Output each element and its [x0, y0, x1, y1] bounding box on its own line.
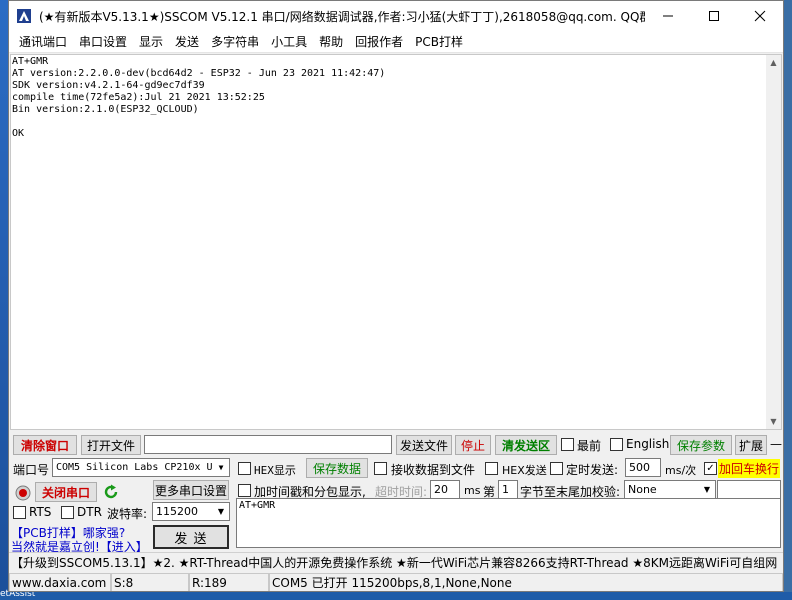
- rts-label: RTS: [29, 505, 52, 519]
- topmost-label: 最前: [577, 439, 602, 453]
- window-title: (★有新版本V5.13.1★)SSCOM V5.12.1 串口/网络数据调试器,…: [39, 9, 645, 24]
- add-crlf-label: 加回车换行: [718, 459, 781, 478]
- sscom-window: (★有新版本V5.13.1★)SSCOM V5.12.1 串口/网络数据调试器,…: [8, 0, 784, 592]
- port-select-value: COM5 Silicon Labs CP210x U: [56, 462, 213, 473]
- menu-port[interactable]: 通讯端口: [13, 33, 73, 50]
- hex-send-checkbox[interactable]: [485, 462, 498, 475]
- stop-button[interactable]: 停止: [455, 435, 491, 455]
- refresh-icon[interactable]: [101, 482, 121, 502]
- hex-send-label: HEX发送: [502, 464, 547, 477]
- timed-send-label: 定时发送:: [566, 463, 619, 477]
- desktop-taskbar-strip: etAssist: [0, 589, 792, 600]
- status-bar: www.daxia.com S:8 R:189 COM5 已打开 115200b…: [9, 573, 783, 591]
- maximize-icon[interactable]: [691, 1, 737, 31]
- add-crlf-checkbox[interactable]: ✓: [704, 462, 717, 475]
- send-text-area[interactable]: AT+GMR: [236, 498, 781, 548]
- recv-to-file-label: 接收数据到文件: [391, 463, 476, 477]
- minimize-icon[interactable]: [645, 1, 691, 31]
- chevron-down-icon: ▼: [703, 485, 711, 494]
- interval-input[interactable]: 500: [625, 458, 661, 477]
- port-status-icon: [13, 483, 33, 503]
- baud-select[interactable]: 115200 ▼: [152, 502, 230, 521]
- desktop-background: [0, 0, 8, 600]
- port-label: 端口号: [13, 463, 50, 477]
- status-sent-count: S:8: [111, 573, 189, 591]
- menu-multi-string[interactable]: 多字符串: [205, 33, 265, 50]
- menu-pcb[interactable]: PCB打样: [409, 33, 469, 50]
- checksum-result: [717, 480, 781, 499]
- dtr-label: DTR: [77, 505, 102, 519]
- menu-send[interactable]: 发送: [169, 33, 205, 50]
- receive-scrollbar[interactable]: ▲ ▼: [766, 55, 781, 429]
- rts-checkbox[interactable]: [13, 506, 26, 519]
- receive-line: Bin version:2.1.0(ESP32_QCLOUD): [12, 104, 199, 115]
- menu-display[interactable]: 显示: [133, 33, 169, 50]
- hex-display-checkbox[interactable]: [238, 462, 251, 475]
- status-port-info: COM5 已打开 115200bps,8,1,None,None: [269, 573, 783, 591]
- title-bar[interactable]: (★有新版本V5.13.1★)SSCOM V5.12.1 串口/网络数据调试器,…: [9, 1, 783, 31]
- receive-line: AT+GMR: [12, 56, 49, 67]
- dtr-checkbox[interactable]: [61, 506, 74, 519]
- interval-unit: ms/次: [665, 464, 697, 477]
- topmost-checkbox[interactable]: [561, 438, 574, 451]
- timestamp-checkbox[interactable]: [238, 484, 251, 497]
- open-file-button[interactable]: 打开文件: [81, 435, 141, 455]
- scroll-up-icon[interactable]: ▲: [766, 55, 781, 70]
- clear-send-button[interactable]: 清发送区: [495, 435, 557, 455]
- receive-line: OK: [12, 128, 25, 139]
- file-path-input[interactable]: [144, 435, 392, 454]
- receive-line: [12, 116, 768, 128]
- save-params-button[interactable]: 保存参数: [670, 435, 732, 455]
- baud-select-value: 115200: [156, 505, 198, 518]
- timeout-unit: ms: [464, 484, 481, 497]
- scroll-down-icon[interactable]: ▼: [766, 414, 781, 429]
- clear-window-button[interactable]: 清除窗口: [13, 435, 77, 455]
- more-settings-button[interactable]: 更多串口设置: [153, 480, 229, 500]
- status-website[interactable]: www.daxia.com: [9, 573, 111, 591]
- receive-line: compile time(72fe5a2):Jul 21 2021 13:52:…: [12, 92, 265, 103]
- baud-label: 波特率:: [107, 507, 148, 521]
- close-icon[interactable]: [737, 1, 783, 31]
- english-label: English: [626, 437, 670, 451]
- checksum-select[interactable]: None ▼: [624, 480, 716, 499]
- byte-index-input[interactable]: 1: [498, 480, 518, 499]
- english-checkbox[interactable]: [610, 438, 623, 451]
- collapse-dash[interactable]: —: [770, 437, 782, 451]
- news-ticker[interactable]: 【升级到SSCOM5.13.1】★2. ★RT-Thread中国人的开源免费操作…: [9, 552, 783, 572]
- checksum-select-value: None: [628, 483, 657, 496]
- close-port-button[interactable]: 关闭串口: [35, 482, 97, 502]
- menu-help[interactable]: 帮助: [313, 33, 349, 50]
- timeout-input[interactable]: 20: [430, 480, 460, 499]
- app-icon: [15, 7, 33, 25]
- receive-area[interactable]: AT+GMR AT version:2.2.0.0-dev(bcd64d2 - E…: [10, 54, 782, 430]
- menu-tools[interactable]: 小工具: [265, 33, 313, 50]
- menu-serial-settings[interactable]: 串口设置: [73, 33, 133, 50]
- recv-to-file-checkbox[interactable]: [374, 462, 387, 475]
- send-button[interactable]: 发 送: [153, 525, 229, 549]
- status-received-count: R:189: [189, 573, 269, 591]
- receive-line: SDK version:v4.2.1-64-gd9ec7df39: [12, 80, 205, 91]
- hex-display-label: HEX显示: [254, 464, 296, 477]
- timed-send-checkbox[interactable]: [550, 462, 563, 475]
- save-data-button[interactable]: 保存数据: [306, 458, 368, 478]
- menu-feedback[interactable]: 回报作者: [349, 33, 409, 50]
- port-select[interactable]: COM5 Silicon Labs CP210x U ▼: [52, 458, 230, 477]
- menu-bar: 通讯端口 串口设置 显示 发送 多字符串 小工具 帮助 回报作者 PCB打样: [9, 31, 783, 53]
- expand-button[interactable]: 扩展: [735, 435, 767, 455]
- send-file-button[interactable]: 发送文件: [396, 435, 452, 455]
- receive-line: AT version:2.2.0.0-dev(bcd64d2 - ESP32 -…: [12, 68, 386, 79]
- chevron-down-icon: ▼: [218, 463, 224, 472]
- receive-text: AT+GMR AT version:2.2.0.0-dev(bcd64d2 - E…: [12, 56, 768, 140]
- chevron-down-icon: ▼: [217, 507, 225, 516]
